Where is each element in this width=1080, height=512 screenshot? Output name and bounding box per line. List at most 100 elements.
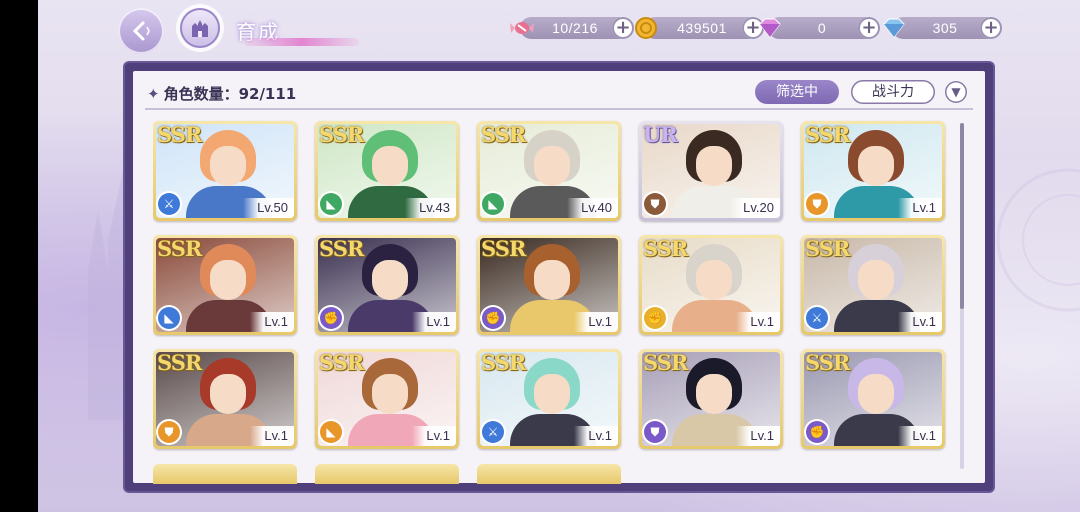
- rarity-badge: SSR: [805, 122, 850, 147]
- character-panel-inner: ✦ 角色数量：92/111 筛选中 战斗力 ▼ SSR ⚔ Lv.50 SSR ◣ Lv.4…: [133, 71, 985, 485]
- character-card[interactable]: SSR ✊ Lv.1: [801, 349, 945, 449]
- rarity-badge: SSR: [481, 122, 526, 147]
- portrait-face: [534, 146, 570, 186]
- character-count: ✦ 角色数量：92/111: [147, 83, 296, 104]
- level-label: Lv.1: [412, 426, 456, 446]
- sparkle-icon: ✦: [147, 85, 160, 103]
- rarity-badge: SSR: [805, 236, 850, 261]
- character-card[interactable]: SSR ◣ Lv.40: [477, 121, 621, 221]
- dagger-icon: ⚔: [158, 193, 180, 215]
- rarity-badge: SSR: [319, 122, 364, 147]
- shield-icon: ⛊: [644, 421, 666, 443]
- character-card[interactable]: SSR ✊ Lv.1: [315, 235, 459, 335]
- back-arrow-icon: [132, 21, 150, 41]
- rarity-badge: SSR: [319, 350, 364, 375]
- character-card[interactable]: SSR ✊ Lv.1: [639, 235, 783, 335]
- add-candy-button[interactable]: +: [612, 17, 634, 39]
- portrait-face: [696, 374, 732, 414]
- portrait-face: [210, 260, 246, 300]
- character-card[interactable]: SSR ⛊ Lv.1: [153, 349, 297, 449]
- level-label: Lv.40: [567, 198, 618, 218]
- rarity-badge: SSR: [805, 350, 850, 375]
- boot-icon: ◣: [320, 421, 342, 443]
- rarity-badge: SSR: [319, 236, 364, 261]
- scrollbar-thumb[interactable]: [960, 123, 964, 309]
- blue-diamond-icon: [880, 14, 908, 42]
- add-pink-diamond-button[interactable]: +: [858, 17, 880, 39]
- rarity-badge: SSR: [157, 122, 202, 147]
- level-label: Lv.1: [898, 198, 942, 218]
- level-label: Lv.1: [898, 426, 942, 446]
- blue-diamond-resource: 305 +: [883, 17, 1002, 39]
- ferris-wheel-silhouette: [996, 168, 1080, 312]
- filter-button[interactable]: 筛选中: [755, 80, 839, 104]
- portrait-face: [858, 146, 894, 186]
- character-card[interactable]: SSR ◣ Lv.43: [315, 121, 459, 221]
- next-row-card[interactable]: [477, 464, 621, 484]
- rarity-badge: SSR: [481, 350, 526, 375]
- sort-order-button[interactable]: ▼: [945, 81, 967, 103]
- portrait-face: [534, 260, 570, 300]
- level-label: Lv.1: [898, 312, 942, 332]
- shield-icon: ⛊: [644, 193, 666, 215]
- shield-icon: ⛊: [158, 421, 180, 443]
- rarity-badge: SSR: [481, 236, 526, 261]
- rarity-badge: SSR: [643, 350, 688, 375]
- character-count-text: 角色数量：92/111: [163, 85, 297, 103]
- portrait-face: [372, 260, 408, 300]
- rarity-badge: UR: [643, 122, 678, 147]
- character-card[interactable]: SSR ⛊ Lv.1: [639, 349, 783, 449]
- portrait-face: [858, 374, 894, 414]
- level-label: Lv.1: [736, 312, 780, 332]
- portrait-face: [696, 146, 732, 186]
- fist-icon: ✊: [320, 307, 342, 329]
- level-label: Lv.20: [729, 198, 780, 218]
- level-label: Lv.1: [250, 426, 294, 446]
- portrait-face: [534, 374, 570, 414]
- portrait-face: [210, 146, 246, 186]
- character-card[interactable]: SSR ⚔ Lv.50: [153, 121, 297, 221]
- level-label: Lv.1: [574, 312, 618, 332]
- character-grid: SSR ⚔ Lv.50 SSR ◣ Lv.43 SSR ◣ Lv.40 UR ⛊ Lv.20 SSR ⛊ L…: [153, 115, 965, 485]
- dagger-icon: ⚔: [482, 421, 504, 443]
- next-row-card[interactable]: [153, 464, 297, 484]
- character-card[interactable]: SSR ⚔ Lv.1: [477, 349, 621, 449]
- fist-icon: ✊: [806, 421, 828, 443]
- character-card[interactable]: SSR ◣ Lv.1: [153, 235, 297, 335]
- fist-icon: ✊: [644, 307, 666, 329]
- next-row-card[interactable]: [315, 464, 459, 484]
- character-card[interactable]: SSR ✊ Lv.1: [477, 235, 621, 335]
- portrait-face: [372, 146, 408, 186]
- shield-icon: ⛊: [806, 193, 828, 215]
- back-button[interactable]: [118, 8, 164, 54]
- rarity-badge: SSR: [157, 350, 202, 375]
- character-card[interactable]: SSR ◣ Lv.1: [315, 349, 459, 449]
- candy-resource: 10/216 +: [510, 17, 634, 39]
- home-button[interactable]: [180, 8, 220, 48]
- dagger-icon: ⚔: [806, 307, 828, 329]
- portrait-face: [696, 260, 732, 300]
- character-panel: ✦ 角色数量：92/111 筛选中 战斗力 ▼ SSR ⚔ Lv.50 SSR ◣ Lv.4…: [125, 63, 993, 491]
- game-screen: 育成 10/216 + 439501 + 0 + 305 + ✦ 角色数量：92/…: [38, 0, 1080, 512]
- level-label: Lv.50: [243, 198, 294, 218]
- pink-diamond-icon: [756, 14, 784, 42]
- character-card[interactable]: UR ⛊ Lv.20: [639, 121, 783, 221]
- gold-resource: 439501 +: [635, 17, 764, 39]
- boot-icon: ◣: [482, 193, 504, 215]
- candy-icon: [508, 14, 536, 42]
- add-blue-diamond-button[interactable]: +: [980, 17, 1002, 39]
- portrait-face: [858, 260, 894, 300]
- rarity-badge: SSR: [157, 236, 202, 261]
- home-castle-icon: [192, 20, 208, 37]
- header-divider: [145, 108, 973, 110]
- character-card[interactable]: SSR ⛊ Lv.1: [801, 121, 945, 221]
- boot-icon: ◣: [158, 307, 180, 329]
- title-decoration: [244, 38, 359, 46]
- portrait-face: [210, 374, 246, 414]
- fist-icon: ✊: [482, 307, 504, 329]
- rarity-badge: SSR: [643, 236, 688, 261]
- sort-power-button[interactable]: 战斗力: [851, 80, 935, 104]
- character-card[interactable]: SSR ⚔ Lv.1: [801, 235, 945, 335]
- chevron-down-icon: ▼: [951, 85, 961, 99]
- pink-diamond-resource: 0 +: [759, 17, 880, 39]
